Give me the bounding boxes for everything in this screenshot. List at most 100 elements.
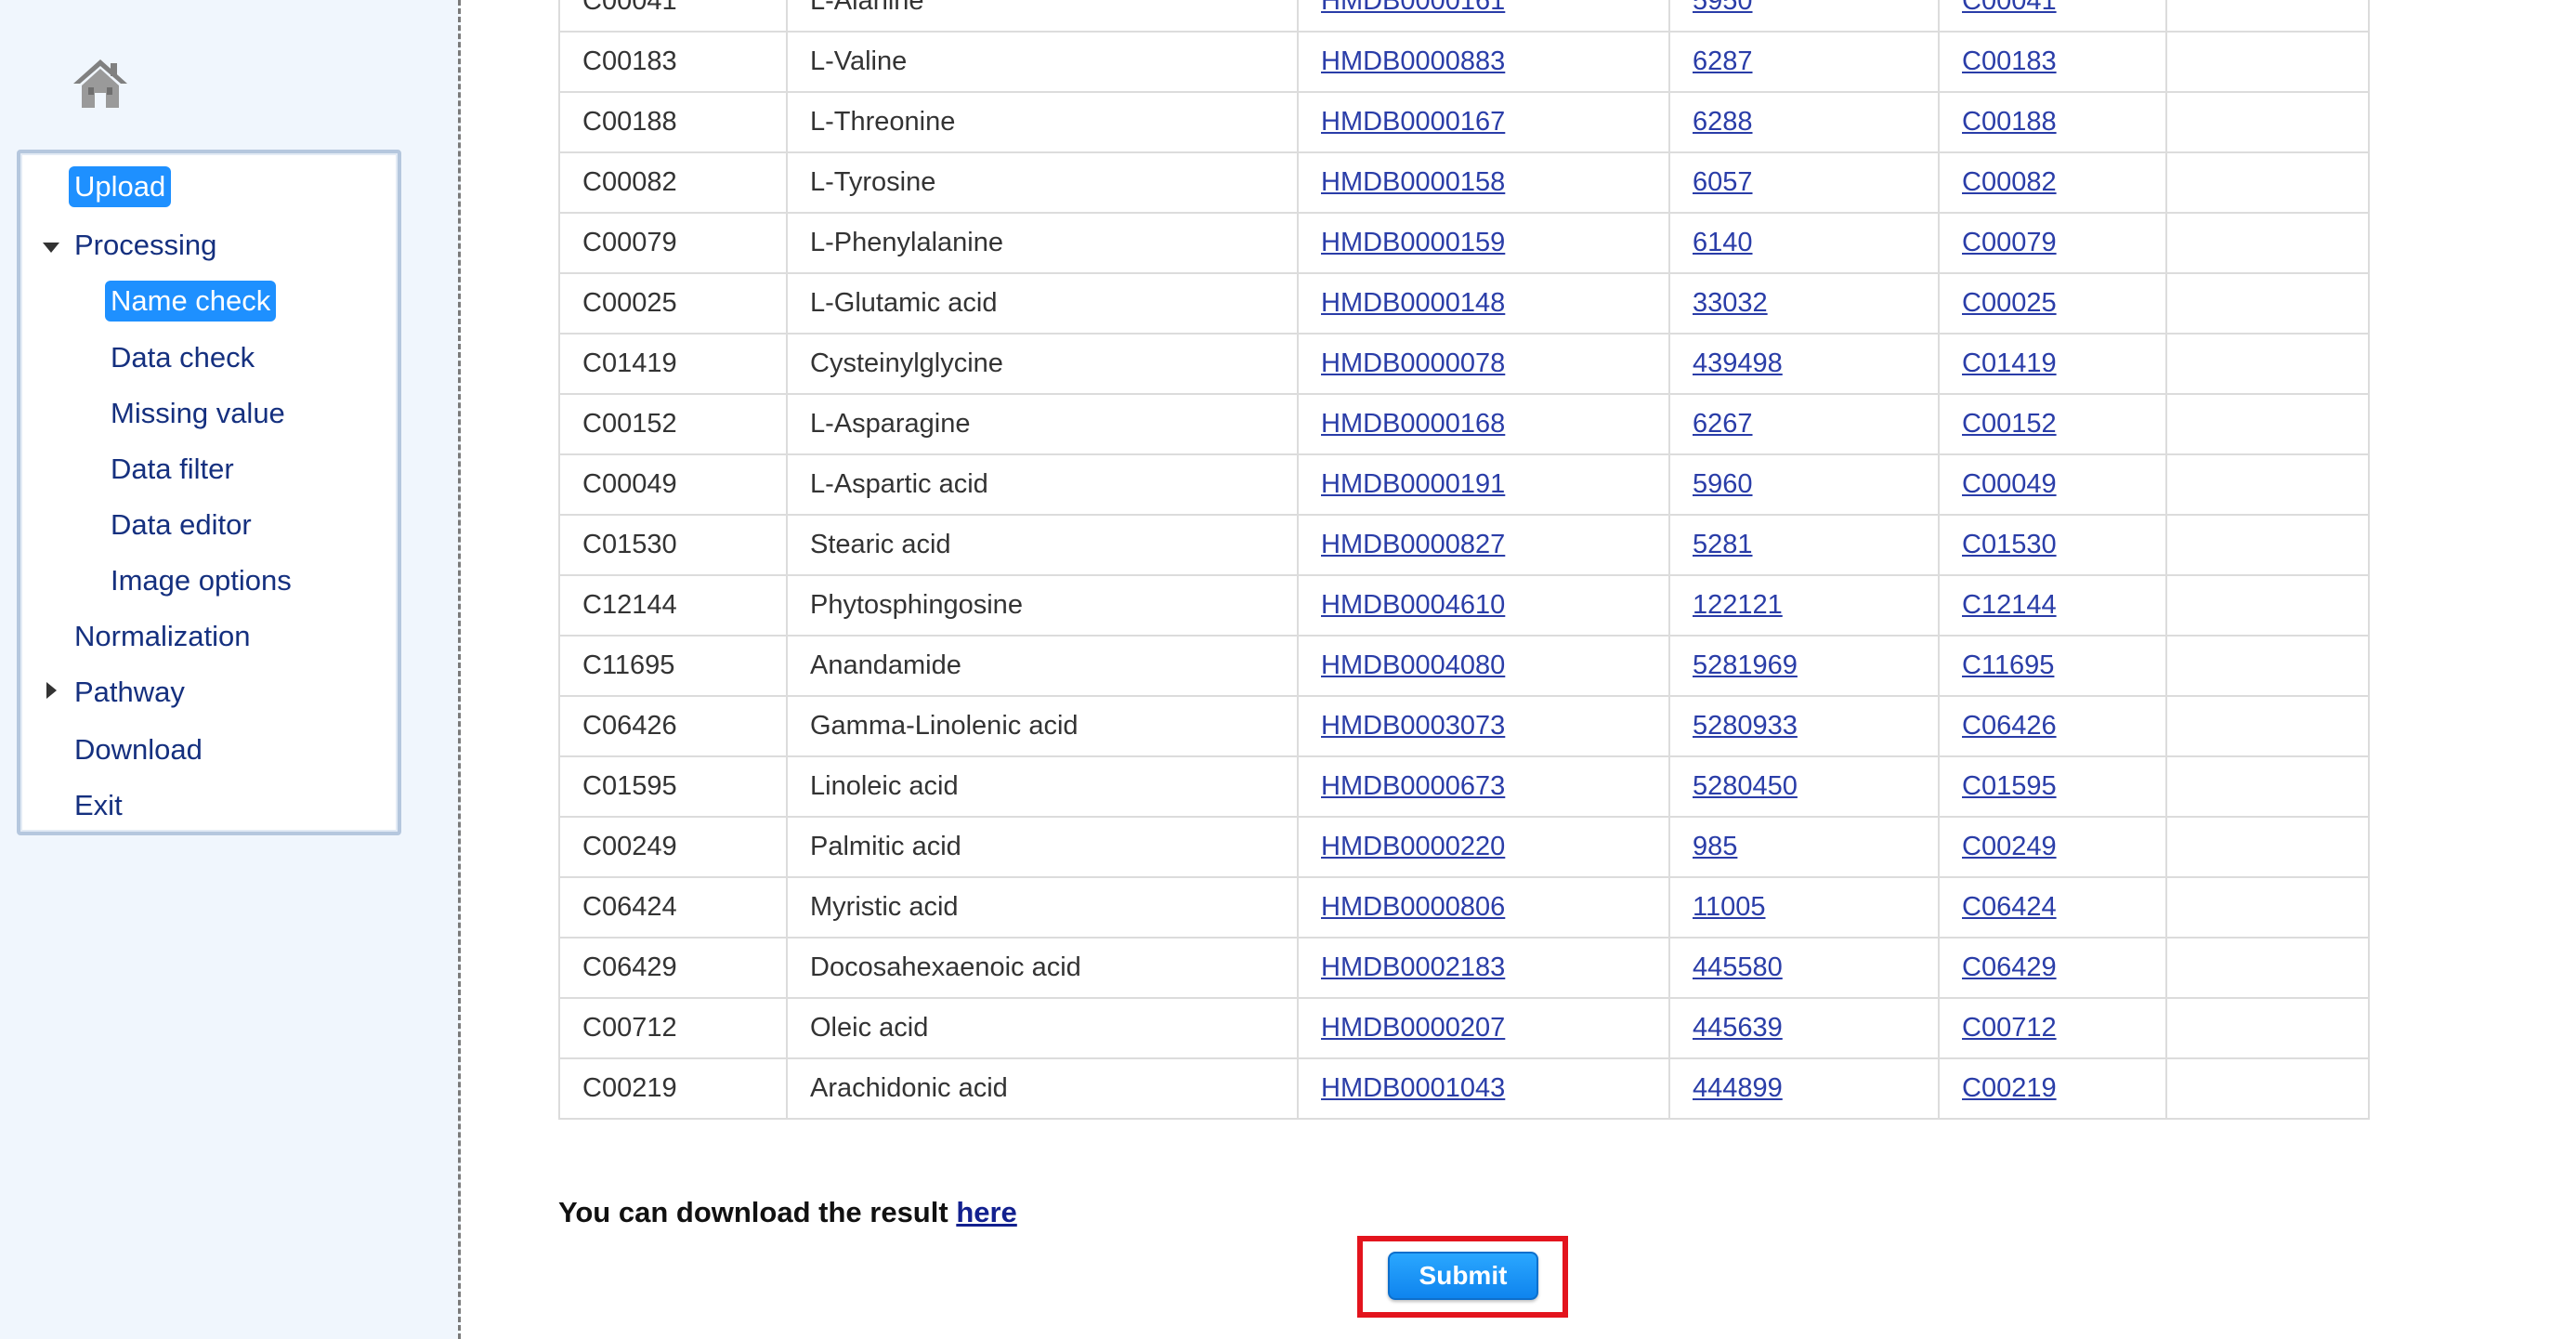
expand-right-icon[interactable] [46,682,57,699]
empty-cell [2165,876,2370,939]
pubchem-link[interactable]: 122121 [1693,590,1783,620]
table-row: C11695 Anandamide HMDB0004080 5281969 C11695 [558,635,2370,697]
pubchem-link[interactable]: 444899 [1693,1073,1783,1103]
hmdb-link[interactable]: HMDB0003073 [1321,711,1505,741]
hmdb-link[interactable]: HMDB0000167 [1321,107,1505,137]
pubchem-link-cell: 445639 [1668,997,1940,1059]
hmdb-link[interactable]: HMDB0000207 [1321,1013,1505,1043]
empty-cell [2165,514,2370,576]
home-icon[interactable] [72,56,129,112]
kegg-link-cell: C00219 [1938,1057,2167,1120]
pubchem-link[interactable]: 6140 [1693,228,1753,257]
pubchem-link[interactable]: 445639 [1693,1013,1783,1043]
pubchem-link[interactable]: 5960 [1693,469,1753,499]
hmdb-link-cell: HMDB0000158 [1297,151,1670,214]
kegg-id-cell: C01419 [558,333,788,395]
nav-name-check[interactable]: Name check [105,281,277,322]
kegg-link[interactable]: C01530 [1962,530,2057,559]
hmdb-link[interactable]: HMDB0002183 [1321,952,1505,982]
kegg-link[interactable]: C00025 [1962,288,2057,318]
hmdb-link[interactable]: HMDB0000161 [1321,0,1505,16]
nav-pathway[interactable]: Pathway [74,672,185,713]
pubchem-link[interactable]: 11005 [1693,892,1766,922]
hmdb-link[interactable]: HMDB0000883 [1321,46,1505,76]
hmdb-link-cell: HMDB0000220 [1297,816,1670,878]
kegg-link[interactable]: C00712 [1962,1013,2057,1043]
nav-download[interactable]: Download [74,729,203,770]
pubchem-link[interactable]: 6288 [1693,107,1753,137]
hmdb-link-cell: HMDB0000078 [1297,333,1670,395]
kegg-link[interactable]: C00183 [1962,46,2057,76]
nav-exit[interactable]: Exit [74,785,123,826]
nav-data-check[interactable]: Data check [111,337,255,378]
kegg-link[interactable]: C01595 [1962,771,2057,801]
pubchem-link[interactable]: 985 [1693,832,1737,861]
pubchem-link[interactable]: 6057 [1693,167,1753,197]
submit-button[interactable]: Submit [1388,1252,1538,1300]
pubchem-link[interactable]: 5281 [1693,530,1753,559]
nav-normalization[interactable]: Normalization [74,616,251,657]
pubchem-link[interactable]: 5280933 [1693,711,1798,741]
kegg-link-cell: C00041 [1938,0,2167,33]
kegg-id-cell: C00219 [558,1057,788,1120]
kegg-link[interactable]: C00249 [1962,832,2057,861]
kegg-link[interactable]: C00079 [1962,228,2057,257]
kegg-link[interactable]: C12144 [1962,590,2057,620]
compound-name-cell: Linoleic acid [786,755,1299,818]
hmdb-link[interactable]: HMDB0004610 [1321,590,1505,620]
compound-name-cell: Myristic acid [786,876,1299,939]
table-row: C00188 L-Threonine HMDB0000167 6288 C00188 [558,91,2370,153]
expand-down-icon[interactable] [43,243,59,253]
download-text: You can download the result [558,1196,948,1228]
hmdb-link[interactable]: HMDB0000191 [1321,469,1505,499]
hmdb-link[interactable]: HMDB0000158 [1321,167,1505,197]
kegg-link[interactable]: C01419 [1962,348,2057,378]
nav-upload[interactable]: Upload [69,166,172,207]
pubchem-link[interactable]: 6287 [1693,46,1753,76]
table-row: C00041 L-Alanine HMDB0000161 5950 C00041 [558,0,2370,33]
pubchem-link-cell: 5960 [1668,453,1940,516]
hmdb-link[interactable]: HMDB0000220 [1321,832,1505,861]
sidebar: Upload Processing Name check Data check … [0,0,461,1339]
kegg-id-cell: C00188 [558,91,788,153]
hmdb-link[interactable]: HMDB0000168 [1321,409,1505,439]
nav-missing-value[interactable]: Missing value [111,393,285,434]
pubchem-link[interactable]: 445580 [1693,952,1783,982]
kegg-link[interactable]: C00082 [1962,167,2057,197]
kegg-link[interactable]: C06426 [1962,711,2057,741]
kegg-link[interactable]: C11695 [1962,650,2054,680]
kegg-link[interactable]: C00152 [1962,409,2057,439]
kegg-link[interactable]: C06429 [1962,952,2057,982]
hmdb-link[interactable]: HMDB0000148 [1321,288,1505,318]
hmdb-link[interactable]: HMDB0000806 [1321,892,1505,922]
hmdb-link[interactable]: HMDB0000078 [1321,348,1505,378]
nav-processing[interactable]: Processing [74,225,216,266]
table-row: C00183 L-Valine HMDB0000883 6287 C00183 [558,31,2370,93]
kegg-link[interactable]: C00188 [1962,107,2057,137]
pubchem-link[interactable]: 33032 [1693,288,1768,318]
kegg-link-cell: C12144 [1938,574,2167,637]
pubchem-link[interactable]: 5281969 [1693,650,1798,680]
kegg-link-cell: C01419 [1938,333,2167,395]
pubchem-link[interactable]: 439498 [1693,348,1783,378]
hmdb-link[interactable]: HMDB0001043 [1321,1073,1505,1103]
kegg-link[interactable]: C06424 [1962,892,2057,922]
table-row: C00079 L-Phenylalanine HMDB0000159 6140 C000… [558,212,2370,274]
hmdb-link[interactable]: HMDB0000827 [1321,530,1505,559]
pubchem-link[interactable]: 6267 [1693,409,1753,439]
pubchem-link[interactable]: 5950 [1693,0,1753,16]
kegg-link[interactable]: C00041 [1962,0,2057,16]
pubchem-link[interactable]: 5280450 [1693,771,1798,801]
empty-cell [2165,1057,2370,1120]
hmdb-link[interactable]: HMDB0000673 [1321,771,1505,801]
pubchem-link-cell: 6267 [1668,393,1940,455]
kegg-link[interactable]: C00049 [1962,469,2057,499]
hmdb-link[interactable]: HMDB0000159 [1321,228,1505,257]
kegg-link[interactable]: C00219 [1962,1073,2057,1103]
hmdb-link[interactable]: HMDB0004080 [1321,650,1505,680]
nav-image-options[interactable]: Image options [111,560,292,601]
download-here-link[interactable]: here [956,1196,1016,1228]
nav-data-filter[interactable]: Data filter [111,449,234,490]
table-row: C00219 Arachidonic acid HMDB0001043 444899 C… [558,1057,2370,1120]
nav-data-editor[interactable]: Data editor [111,505,252,545]
